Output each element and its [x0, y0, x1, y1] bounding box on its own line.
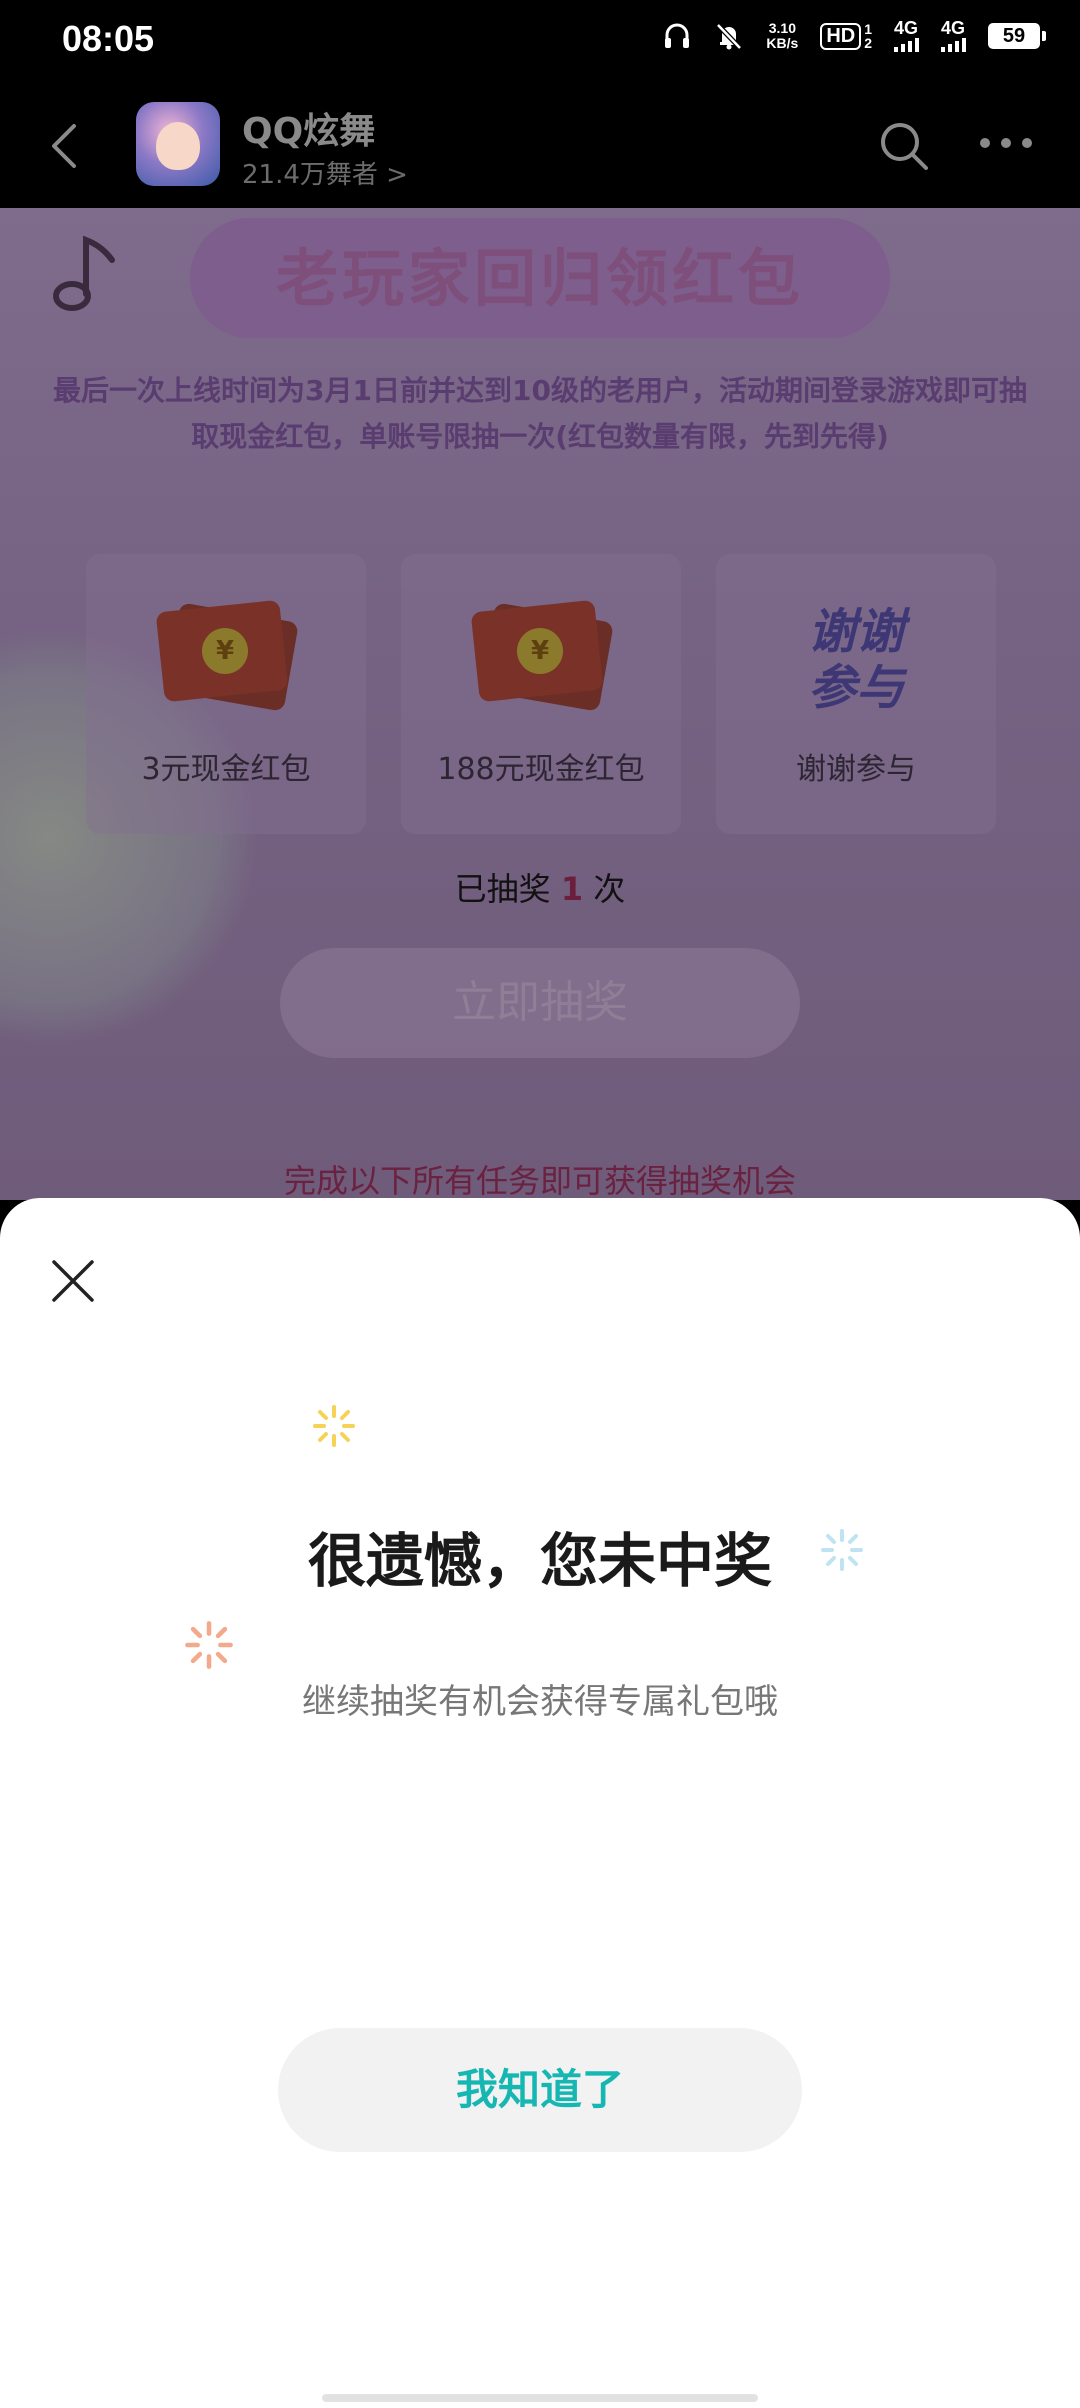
prize-grid: ¥ 3元现金红包 ¥ 188元现金红包 谢谢 参与 谢谢参与: [86, 554, 996, 834]
mute-bell-icon: [716, 23, 743, 50]
thanks-art-line-1: 谢谢: [807, 604, 904, 660]
app-avatar[interactable]: [136, 102, 220, 186]
result-subtitle: 继续抽奖有机会获得专属礼包哦: [302, 1682, 778, 1722]
hd-indicator: HD 1 2: [820, 22, 872, 50]
activity-description: 最后一次上线时间为3月1日前并达到10级的老用户，活动期间登录游戏即可抽取现金红…: [53, 374, 1027, 453]
status-time: 08:05: [62, 18, 155, 59]
hd-sim-2: 2: [864, 35, 872, 51]
result-title: 很遗憾，您未中奖: [307, 1527, 772, 1595]
prize-card: 谢谢 参与 谢谢参与: [716, 554, 996, 834]
home-indicator[interactable]: [322, 2394, 758, 2402]
draw-count: 已抽奖 1 次: [0, 864, 1080, 910]
prize-label: 188元现金红包: [437, 752, 645, 787]
signal-2: 4G: [941, 18, 966, 52]
signal-2-label: 4G: [941, 18, 966, 38]
followers-link[interactable]: 21.4万舞者 >: [242, 154, 408, 191]
result-modal: 很遗憾，您未中奖 继续抽奖有机会获得专属礼包哦 我知道了: [0, 1198, 1080, 2408]
prize-label: 谢谢参与: [796, 752, 916, 787]
network-speed: 3.10 KB/s: [766, 21, 798, 51]
app-name[interactable]: QQ炫舞: [242, 102, 375, 154]
prize-card: ¥ 188元现金红包: [401, 554, 681, 834]
status-icons: 3.10 KB/s HD 1 2 4G 4G 59: [662, 18, 1046, 52]
coin-symbol: ¥: [517, 628, 563, 674]
back-arrow-icon[interactable]: [40, 118, 96, 174]
got-it-button[interactable]: 我知道了: [278, 2028, 802, 2152]
speed-value: 3.10: [768, 20, 796, 36]
draw-count-prefix: 已抽奖: [454, 870, 551, 908]
prize-label: 3元现金红包: [141, 752, 311, 787]
search-icon[interactable]: [878, 120, 930, 172]
battery-icon: 59: [988, 23, 1046, 49]
task-tip: 完成以下所有任务即可获得抽奖机会: [283, 1162, 796, 1200]
signal-1-bars-icon: [894, 36, 919, 52]
draw-now-button[interactable]: 立即抽奖: [280, 948, 800, 1058]
hd-badge: HD: [820, 22, 862, 50]
speed-unit: KB/s: [766, 35, 799, 51]
coin-symbol: ¥: [202, 628, 248, 674]
close-icon[interactable]: [48, 1256, 98, 1306]
hd-sim-1: 1: [864, 21, 872, 37]
prize-card: ¥ 3元现金红包: [86, 554, 366, 834]
signal-2-bars-icon: [941, 36, 966, 52]
status-bar: 08:05 3.10 KB/s HD 1 2 4G 4G 59: [0, 0, 1080, 84]
banner-title: 老玩家回归领红包: [275, 242, 804, 315]
red-envelope-icon: ¥: [155, 599, 299, 712]
more-options-icon[interactable]: [980, 138, 1032, 152]
signal-1-label: 4G: [894, 18, 919, 38]
app-header: QQ炫舞 21.4万舞者 >: [0, 84, 1080, 208]
orange-sparkle-icon: [185, 1621, 233, 1669]
thanks-art-text: 谢谢 参与: [716, 604, 996, 716]
signal-1: 4G: [894, 18, 919, 52]
activity-page-background: 老玩家回归领红包 最后一次上线时间为3月1日前并达到10级的老用户，活动期间登录…: [0, 208, 1080, 1200]
draw-count-value: 1: [560, 870, 584, 908]
draw-count-suffix: 次: [593, 870, 626, 908]
thanks-art-line-2: 参与: [807, 660, 904, 716]
yellow-sparkle-icon: [313, 1405, 355, 1447]
red-envelope-icon: ¥: [470, 599, 614, 712]
headphones-icon: [665, 23, 690, 48]
